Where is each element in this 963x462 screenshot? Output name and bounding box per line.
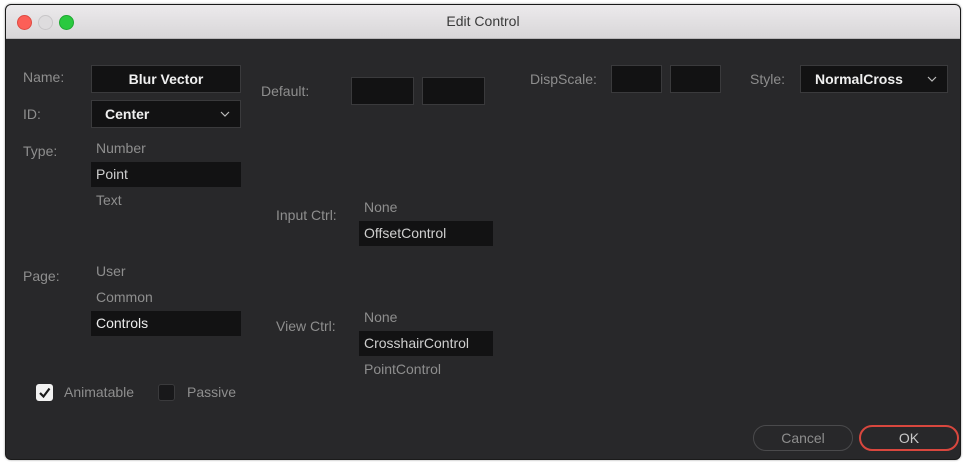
animatable-label: Animatable — [64, 384, 135, 400]
id-dropdown[interactable]: Center — [91, 100, 241, 128]
checkmark-icon — [39, 387, 51, 399]
view-ctrl-option-none[interactable]: None — [359, 305, 493, 330]
page-option-common[interactable]: Common — [91, 285, 241, 310]
window-title: Edit Control — [446, 13, 520, 29]
dispscale-field-1[interactable] — [611, 65, 662, 93]
id-dropdown-value: Center — [105, 106, 150, 122]
type-option-text[interactable]: Text — [91, 188, 241, 213]
name-field[interactable]: Blur Vector — [91, 65, 241, 93]
view-ctrl-label: View Ctrl: — [276, 318, 336, 334]
default-field-2[interactable] — [422, 77, 485, 105]
type-option-point[interactable]: Point — [91, 162, 241, 187]
passive-checkbox[interactable] — [158, 384, 175, 401]
view-ctrl-option-pointcontrol[interactable]: PointControl — [359, 357, 493, 382]
cancel-button[interactable]: Cancel — [753, 425, 853, 451]
style-label: Style: — [750, 71, 786, 87]
id-label: ID: — [23, 106, 41, 122]
chevron-down-icon — [220, 111, 230, 117]
default-field-1[interactable] — [351, 77, 414, 105]
default-label: Default: — [261, 83, 310, 99]
name-label: Name: — [23, 69, 65, 85]
input-ctrl-option-none[interactable]: None — [359, 195, 493, 220]
page-option-controls[interactable]: Controls — [91, 311, 241, 336]
passive-label: Passive — [187, 384, 237, 400]
edit-control-window: Edit Control Name: Blur Vector ID: Cente… — [5, 4, 961, 460]
page-label: Page: — [23, 268, 60, 284]
type-label: Type: — [23, 143, 58, 159]
title-bar[interactable]: Edit Control — [6, 5, 960, 39]
input-ctrl-label: Input Ctrl: — [276, 207, 337, 223]
type-option-number[interactable]: Number — [91, 136, 241, 161]
animatable-checkbox[interactable] — [36, 384, 53, 401]
style-dropdown-value: NormalCross — [815, 71, 903, 87]
page-option-user[interactable]: User — [91, 259, 241, 284]
style-dropdown[interactable]: NormalCross — [800, 65, 948, 93]
dispscale-label: DispScale: — [530, 71, 597, 87]
chevron-down-icon — [927, 76, 937, 82]
input-ctrl-option-offsetcontrol[interactable]: OffsetControl — [359, 221, 493, 246]
view-ctrl-option-crosshaircontrol[interactable]: CrosshairControl — [359, 331, 493, 356]
dispscale-field-2[interactable] — [670, 65, 721, 93]
ok-button[interactable]: OK — [859, 425, 959, 451]
